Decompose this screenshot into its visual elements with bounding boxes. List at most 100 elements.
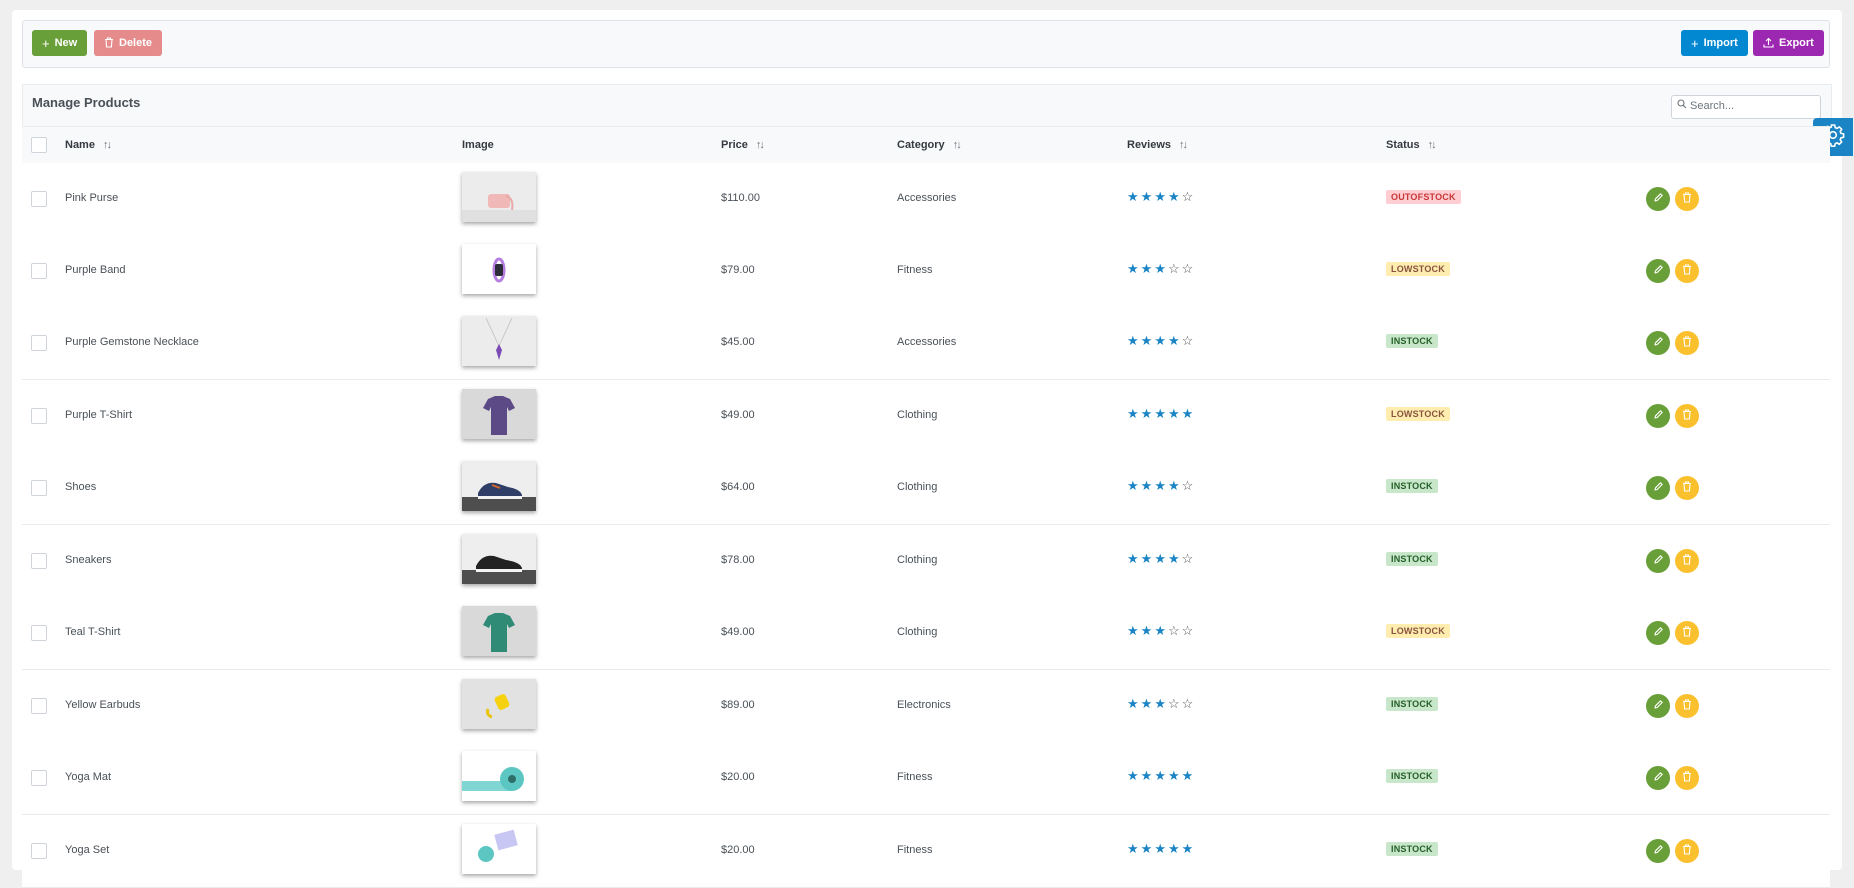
row-delete-button[interactable] <box>1675 621 1699 645</box>
edit-button[interactable] <box>1646 331 1670 355</box>
star-icon[interactable]: ★ <box>1141 552 1153 565</box>
star-icon[interactable]: ★ <box>1127 407 1139 420</box>
star-icon[interactable]: ★ <box>1182 769 1194 782</box>
table-row[interactable]: Pink Purse $110.00 Accessories ★ ★ ★ ★ ☆ OUTOFST… <box>22 163 1830 236</box>
search-input[interactable] <box>1690 98 1814 114</box>
edit-button[interactable] <box>1646 839 1670 863</box>
star-icon[interactable]: ★ <box>1154 842 1166 855</box>
star-icon[interactable]: ★ <box>1127 190 1139 203</box>
row-delete-button[interactable] <box>1675 187 1699 211</box>
star-icon[interactable]: ★ <box>1127 697 1139 710</box>
rating-stars[interactable]: ★ ★ ★ ☆ ☆ <box>1127 624 1193 637</box>
row-delete-button[interactable] <box>1675 839 1699 863</box>
import-button[interactable]: + Import <box>1681 30 1748 56</box>
star-icon[interactable]: ★ <box>1141 697 1153 710</box>
edit-button[interactable] <box>1646 187 1670 211</box>
star-icon[interactable]: ★ <box>1154 769 1166 782</box>
star-icon[interactable]: ☆ <box>1182 190 1194 203</box>
star-icon[interactable]: ☆ <box>1182 552 1194 565</box>
star-icon[interactable]: ★ <box>1127 262 1139 275</box>
rating-stars[interactable]: ★ ★ ★ ★ ★ <box>1127 842 1193 855</box>
table-row[interactable]: Purple Gemstone Necklace $45.00 Accessorie… <box>22 307 1830 380</box>
row-checkbox[interactable] <box>31 698 47 714</box>
column-status[interactable]: Status ↑↓ <box>1386 139 1437 151</box>
star-icon[interactable]: ★ <box>1141 769 1153 782</box>
row-checkbox[interactable] <box>31 408 47 424</box>
rating-stars[interactable]: ★ ★ ★ ★ ★ <box>1127 769 1193 782</box>
star-icon[interactable]: ★ <box>1127 479 1139 492</box>
edit-button[interactable] <box>1646 404 1670 428</box>
star-icon[interactable]: ★ <box>1127 552 1139 565</box>
star-icon[interactable]: ★ <box>1141 262 1153 275</box>
star-icon[interactable]: ★ <box>1154 407 1166 420</box>
rating-stars[interactable]: ★ ★ ★ ★ ☆ <box>1127 334 1193 347</box>
star-icon[interactable]: ★ <box>1154 479 1166 492</box>
export-button[interactable]: Export <box>1753 30 1824 56</box>
star-icon[interactable]: ★ <box>1127 842 1139 855</box>
star-icon[interactable]: ★ <box>1127 334 1139 347</box>
table-row[interactable]: Yoga Set $20.00 Fitness ★ ★ ★ ★ ★ INSTOCK <box>22 815 1830 888</box>
table-row[interactable]: Teal T-Shirt $49.00 Clothing ★ ★ ★ ☆ ☆ LOWSTOCK <box>22 597 1830 670</box>
star-icon[interactable]: ★ <box>1141 624 1153 637</box>
star-icon[interactable]: ☆ <box>1182 624 1194 637</box>
edit-button[interactable] <box>1646 259 1670 283</box>
row-checkbox[interactable] <box>31 335 47 351</box>
edit-button[interactable] <box>1646 476 1670 500</box>
row-delete-button[interactable] <box>1675 549 1699 573</box>
row-delete-button[interactable] <box>1675 404 1699 428</box>
star-icon[interactable]: ★ <box>1168 769 1180 782</box>
star-icon[interactable]: ☆ <box>1168 262 1180 275</box>
star-icon[interactable]: ★ <box>1154 697 1166 710</box>
row-delete-button[interactable] <box>1675 694 1699 718</box>
column-category[interactable]: Category ↑↓ <box>897 139 962 151</box>
select-all-checkbox[interactable] <box>31 137 47 153</box>
star-icon[interactable]: ★ <box>1168 407 1180 420</box>
edit-button[interactable] <box>1646 694 1670 718</box>
star-icon[interactable]: ☆ <box>1182 697 1194 710</box>
edit-button[interactable] <box>1646 766 1670 790</box>
star-icon[interactable]: ★ <box>1154 552 1166 565</box>
rating-stars[interactable]: ★ ★ ★ ☆ ☆ <box>1127 697 1193 710</box>
star-icon[interactable]: ★ <box>1168 334 1180 347</box>
row-checkbox[interactable] <box>31 191 47 207</box>
star-icon[interactable]: ★ <box>1168 479 1180 492</box>
star-icon[interactable]: ★ <box>1141 190 1153 203</box>
star-icon[interactable]: ★ <box>1154 624 1166 637</box>
table-row[interactable]: Yellow Earbuds $89.00 Electronics ★ ★ ★ ☆ ☆ INST… <box>22 670 1830 743</box>
table-row[interactable]: Purple Band $79.00 Fitness ★ ★ ★ ☆ ☆ LOWSTOCK <box>22 235 1830 308</box>
table-row[interactable]: Purple T-Shirt $49.00 Clothing ★ ★ ★ ★ ★ LOWSTOC… <box>22 380 1830 453</box>
row-checkbox[interactable] <box>31 553 47 569</box>
star-icon[interactable]: ☆ <box>1168 697 1180 710</box>
star-icon[interactable]: ★ <box>1154 190 1166 203</box>
star-icon[interactable]: ★ <box>1168 842 1180 855</box>
rating-stars[interactable]: ★ ★ ★ ★ ☆ <box>1127 479 1193 492</box>
delete-button[interactable]: Delete <box>94 30 163 56</box>
row-checkbox[interactable] <box>31 480 47 496</box>
edit-button[interactable] <box>1646 621 1670 645</box>
column-price[interactable]: Price ↑↓ <box>721 139 765 151</box>
rating-stars[interactable]: ★ ★ ★ ☆ ☆ <box>1127 262 1193 275</box>
column-reviews[interactable]: Reviews ↑↓ <box>1127 139 1188 151</box>
row-checkbox[interactable] <box>31 843 47 859</box>
star-icon[interactable]: ★ <box>1182 407 1194 420</box>
star-icon[interactable]: ★ <box>1141 842 1153 855</box>
new-button[interactable]: + New <box>32 30 88 56</box>
row-checkbox[interactable] <box>31 625 47 641</box>
table-row[interactable]: Sneakers $78.00 Clothing ★ ★ ★ ★ ☆ INSTOCK <box>22 525 1830 598</box>
row-delete-button[interactable] <box>1675 476 1699 500</box>
row-checkbox[interactable] <box>31 263 47 279</box>
star-icon[interactable]: ★ <box>1182 842 1194 855</box>
row-delete-button[interactable] <box>1675 331 1699 355</box>
star-icon[interactable]: ☆ <box>1168 624 1180 637</box>
column-name[interactable]: Name ↑↓ <box>65 139 112 151</box>
star-icon[interactable]: ★ <box>1127 769 1139 782</box>
star-icon[interactable]: ☆ <box>1182 334 1194 347</box>
star-icon[interactable]: ★ <box>1154 334 1166 347</box>
edit-button[interactable] <box>1646 549 1670 573</box>
star-icon[interactable]: ★ <box>1141 479 1153 492</box>
row-delete-button[interactable] <box>1675 259 1699 283</box>
star-icon[interactable]: ☆ <box>1182 262 1194 275</box>
star-icon[interactable]: ★ <box>1154 262 1166 275</box>
star-icon[interactable]: ★ <box>1127 624 1139 637</box>
star-icon[interactable]: ★ <box>1168 190 1180 203</box>
